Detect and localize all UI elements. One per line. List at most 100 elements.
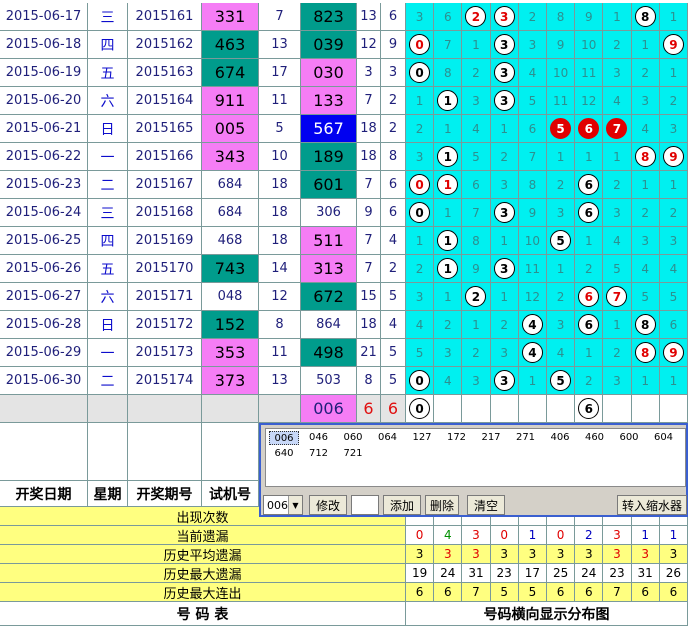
candidate-item[interactable]: 172 <box>442 431 472 445</box>
dist-cell: 1 <box>462 31 491 59</box>
row-week: 二 <box>88 367 128 395</box>
row-date: 2015-06-17 <box>0 3 88 31</box>
dist-cell: 3 <box>547 311 576 339</box>
stat-value: 5 <box>490 583 519 602</box>
row-week: 一 <box>88 339 128 367</box>
dist-cell: 1 <box>406 227 435 255</box>
candidate-item[interactable]: 604 <box>649 431 679 445</box>
candidate-item[interactable]: 060 <box>338 431 368 445</box>
row-span: 17 <box>259 59 301 87</box>
candidate-item[interactable]: 217 <box>476 431 506 445</box>
hit-ball: 7 <box>606 286 628 307</box>
number-combo[interactable]: 006 ▼ <box>263 495 303 515</box>
dist-cell: 8 <box>547 3 576 31</box>
candidate-item[interactable]: 721 <box>338 447 368 461</box>
dist-cell: 8 <box>518 171 547 199</box>
candidate-item[interactable]: 406 <box>545 431 575 445</box>
dist-cell: 1 <box>434 171 463 199</box>
dist-cell: 1 <box>462 311 491 339</box>
row-span: 18 <box>259 199 301 227</box>
hit-ball: 0 <box>409 202 431 223</box>
forecast-dist-cell <box>659 395 688 423</box>
row-issue: 2015161 <box>128 3 202 31</box>
candidate-item[interactable]: 006 <box>269 431 299 445</box>
dist-cell: 3 <box>434 339 463 367</box>
dist-cell: 4 <box>603 227 632 255</box>
forecast-ball: 6 <box>578 398 600 419</box>
hit-ball: 1 <box>437 258 459 279</box>
hit-ball: 3 <box>493 258 515 279</box>
dist-cell: 2 <box>659 87 688 115</box>
candidate-item[interactable]: 127 <box>407 431 437 445</box>
row-k: 6 <box>381 199 406 227</box>
dist-cell: 1 <box>547 255 576 283</box>
candidate-item[interactable]: 460 <box>580 431 610 445</box>
dist-cell: 5 <box>547 115 576 143</box>
dist-cell: 1 <box>434 255 463 283</box>
number-input[interactable] <box>351 495 379 515</box>
shrink-button[interactable]: 转入缩水器 <box>617 495 687 515</box>
candidate-item[interactable]: 640 <box>269 447 299 461</box>
row-week: 日 <box>88 311 128 339</box>
dist-cell: 1 <box>434 199 463 227</box>
forecast-dist-cell: 6 <box>575 395 604 423</box>
stat-value: 6 <box>575 583 604 602</box>
row-k: 3 <box>381 59 406 87</box>
row-span: 5 <box>259 115 301 143</box>
row-issue: 2015168 <box>128 199 202 227</box>
header-issue: 开奖期号 <box>128 481 202 507</box>
candidate-item[interactable]: 600 <box>614 431 644 445</box>
candidate-item[interactable]: 712 <box>304 447 334 461</box>
row-week: 三 <box>88 199 128 227</box>
candidate-list[interactable]: 006 046 060 064 127 172 217 271 406 460 600 604 640 7… <box>265 428 686 487</box>
forecast-dist-cell: 0 <box>406 395 435 423</box>
dist-cell: 1 <box>434 87 463 115</box>
dist-cell: 1 <box>659 367 688 395</box>
dist-cell: 7 <box>603 115 632 143</box>
dist-cell: 2 <box>462 3 491 31</box>
dist-cell: 12 <box>518 283 547 311</box>
row-date: 2015-06-25 <box>0 227 88 255</box>
chevron-down-icon[interactable]: ▼ <box>288 496 302 514</box>
stat-value: 7 <box>462 583 491 602</box>
row-date: 2015-06-26 <box>0 255 88 283</box>
dist-cell: 2 <box>462 339 491 367</box>
row-week: 日 <box>88 115 128 143</box>
dist-cell: 1 <box>406 87 435 115</box>
dist-cell: 2 <box>631 199 660 227</box>
dist-cell: 3 <box>462 87 491 115</box>
dist-cell: 9 <box>462 255 491 283</box>
hit-ball: 3 <box>493 6 515 27</box>
hit-ball: 9 <box>662 34 684 55</box>
add-button[interactable]: 添加 <box>383 495 421 515</box>
dist-cell: 3 <box>462 367 491 395</box>
dist-cell: 1 <box>575 227 604 255</box>
dist-cell: 1 <box>434 115 463 143</box>
candidate-item[interactable]: 064 <box>373 431 403 445</box>
header-spacer <box>0 423 88 481</box>
clear-button[interactable]: 清空 <box>467 495 505 515</box>
row-date: 2015-06-27 <box>0 283 88 311</box>
row-span: 8 <box>259 311 301 339</box>
row-span: 18 <box>259 227 301 255</box>
header-date: 开奖日期 <box>0 481 88 507</box>
candidate-item[interactable]: 271 <box>511 431 541 445</box>
row-sum: 12 <box>357 31 381 59</box>
dist-cell: 2 <box>547 171 576 199</box>
hit-ball: 3 <box>493 202 515 223</box>
dist-cell: 2 <box>603 31 632 59</box>
row-draw: 133 <box>301 87 357 115</box>
dist-cell: 3 <box>603 199 632 227</box>
dist-cell: 1 <box>631 367 660 395</box>
hit-ball: 2 <box>465 286 487 307</box>
hit-ball: 8 <box>634 146 656 167</box>
row-week: 一 <box>88 143 128 171</box>
candidate-item[interactable]: 046 <box>304 431 334 445</box>
edit-button[interactable]: 修改 <box>309 495 347 515</box>
row-sum: 13 <box>357 3 381 31</box>
dist-cell: 1 <box>434 227 463 255</box>
delete-button[interactable]: 删除 <box>425 495 459 515</box>
hit-ball: 1 <box>437 174 459 195</box>
row-date: 2015-06-29 <box>0 339 88 367</box>
stat-value: 3 <box>406 545 435 564</box>
